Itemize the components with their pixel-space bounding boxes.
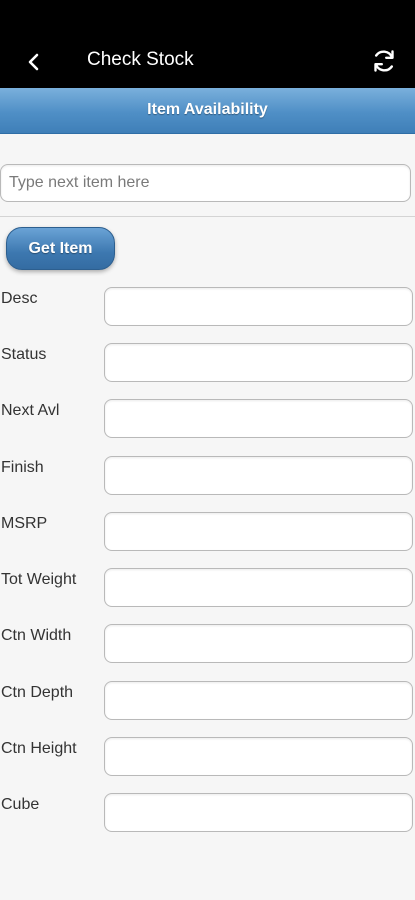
- ctn-height-field[interactable]: [104, 737, 413, 776]
- ctn-depth-field[interactable]: [104, 681, 413, 720]
- field-row-ctn-depth: Ctn Depth: [0, 681, 415, 721]
- app-bar: Check Stock: [0, 36, 415, 88]
- field-label: Finish: [1, 459, 44, 476]
- status-field[interactable]: [104, 343, 413, 382]
- item-search-input[interactable]: [0, 164, 411, 202]
- cube-field[interactable]: [104, 793, 413, 832]
- desc-field[interactable]: [104, 287, 413, 326]
- field-row-status: Status: [0, 343, 415, 383]
- field-label: MSRP: [1, 515, 48, 532]
- ctn-width-field[interactable]: [104, 624, 413, 663]
- field-label: Ctn Depth: [1, 684, 74, 701]
- field-label: Status: [1, 346, 47, 363]
- chevron-left-icon: [28, 53, 39, 71]
- field-label: Next Avl: [1, 402, 60, 419]
- msrp-field[interactable]: [104, 512, 413, 551]
- field-row-ctn-height: Ctn Height: [0, 737, 415, 777]
- refresh-icon: [374, 50, 394, 72]
- tot-weight-field[interactable]: [104, 568, 413, 607]
- field-label: Ctn Width: [1, 627, 72, 644]
- back-button[interactable]: [18, 46, 50, 78]
- divider: [0, 216, 415, 217]
- field-row-ctn-width: Ctn Width: [0, 624, 415, 664]
- field-row-finish: Finish: [0, 456, 415, 496]
- field-label: Desc: [1, 290, 38, 307]
- refresh-button[interactable]: [369, 45, 399, 77]
- field-label: Ctn Height: [1, 740, 77, 757]
- field-label: Cube: [1, 796, 40, 813]
- section-header: Item Availability: [0, 88, 415, 134]
- field-row-next-avl: Next Avl: [0, 399, 415, 439]
- status-bar: [0, 0, 415, 36]
- field-row-cube: Cube: [0, 793, 415, 833]
- get-item-button[interactable]: Get Item: [6, 227, 115, 270]
- finish-field[interactable]: [104, 456, 413, 495]
- field-row-msrp: MSRP: [0, 512, 415, 552]
- next-avl-field[interactable]: [104, 399, 413, 438]
- field-row-tot-weight: Tot Weight: [0, 568, 415, 608]
- page-title: Check Stock: [87, 49, 194, 70]
- field-row-desc: Desc: [0, 287, 415, 327]
- field-label: Tot Weight: [1, 571, 77, 588]
